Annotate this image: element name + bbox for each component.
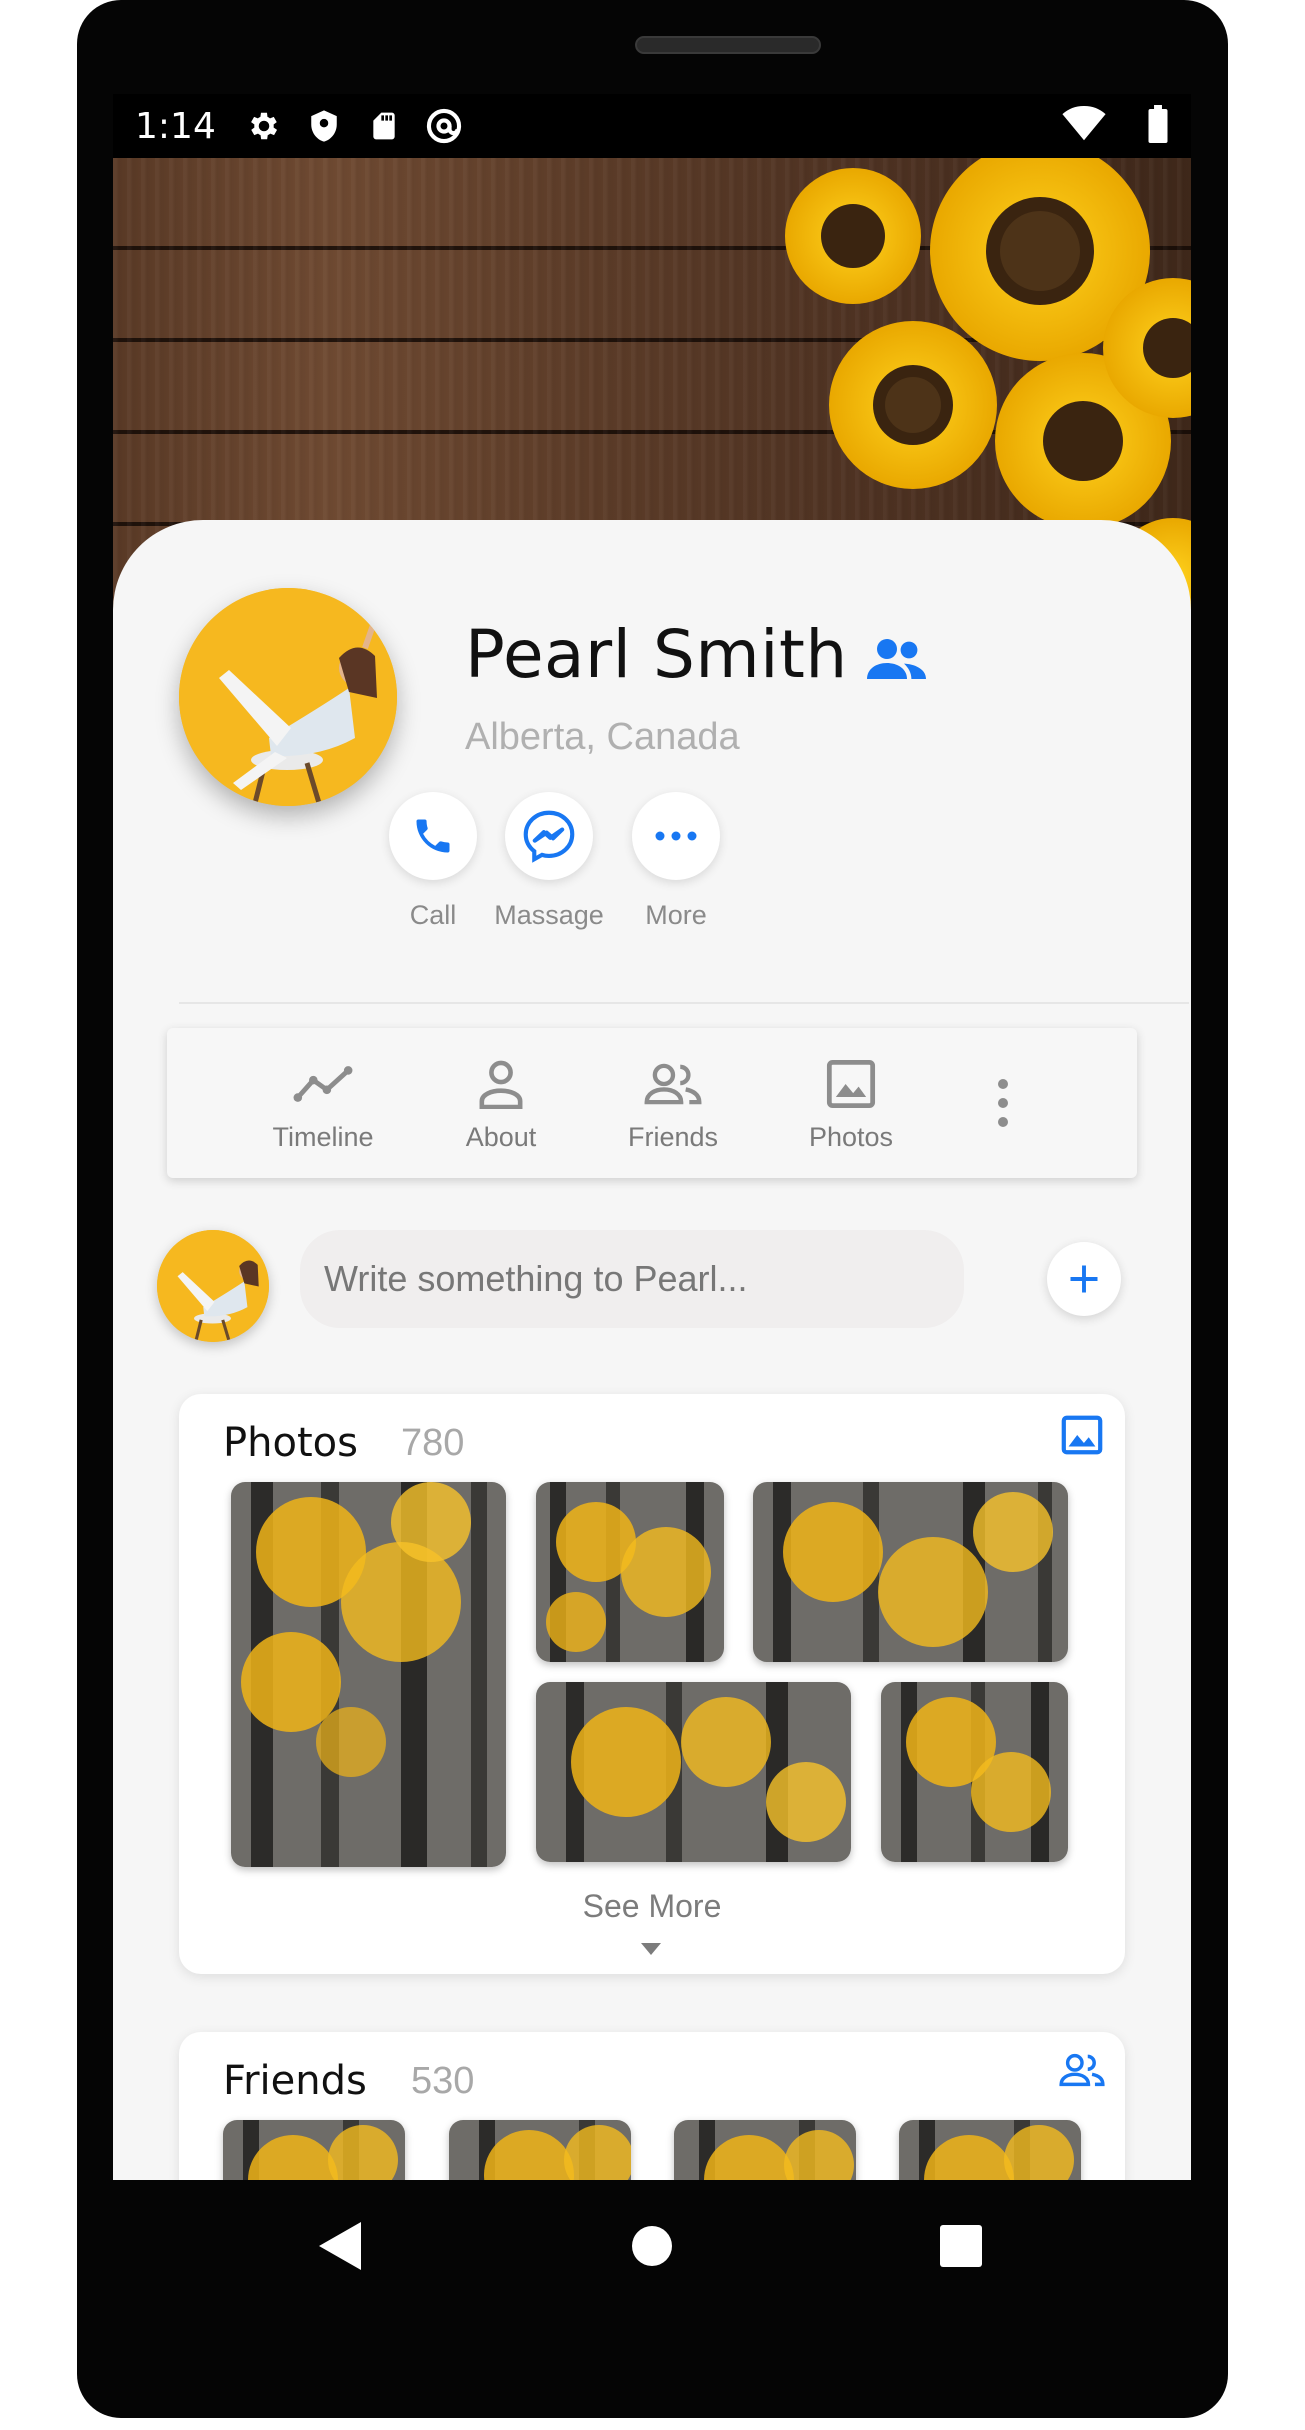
friend-thumbnail[interactable] xyxy=(674,2120,856,2180)
friends-people-icon[interactable] xyxy=(1059,2050,1105,2096)
at-sign-icon xyxy=(424,106,464,146)
plus-icon xyxy=(1070,1265,1098,1293)
profile-tabbar: Timeline About Friends Photos xyxy=(167,1028,1137,1178)
tab-friends[interactable]: Friends xyxy=(598,1056,748,1153)
friends-card: Friends 530 xyxy=(179,2032,1125,2180)
gear-icon xyxy=(244,106,284,146)
status-bar: 1:14 xyxy=(113,94,1191,158)
add-post-button[interactable] xyxy=(1047,1242,1121,1316)
status-time: 1:14 xyxy=(135,105,216,147)
messenger-icon xyxy=(523,810,575,863)
profile-avatar[interactable] xyxy=(179,588,397,806)
back-icon[interactable] xyxy=(316,2220,364,2272)
tab-about-label: About xyxy=(465,1122,537,1152)
friend-thumbnail[interactable] xyxy=(223,2120,405,2180)
app-screen: 1:14 Pearl Smith Alberta, Canada Call Ma… xyxy=(113,94,1191,2180)
more-action[interactable]: More xyxy=(606,792,746,931)
profile-location: Alberta, Canada xyxy=(465,716,740,758)
kebab-menu-icon[interactable] xyxy=(995,1078,1011,1128)
post-composer-input[interactable]: Write something to Pearl... xyxy=(300,1230,964,1328)
photo-thumbnail[interactable] xyxy=(231,1482,506,1867)
message-button[interactable] xyxy=(505,792,593,880)
more-button[interactable] xyxy=(632,792,720,880)
recents-icon[interactable] xyxy=(940,2225,982,2267)
autumn-trees-image xyxy=(881,1682,1068,1862)
people-icon xyxy=(598,1056,748,1112)
woman-on-chair-image xyxy=(179,588,397,806)
autumn-trees-image xyxy=(536,1682,851,1862)
profile-content: Pearl Smith Alberta, Canada Call Massage… xyxy=(113,520,1191,2180)
home-icon[interactable] xyxy=(630,2224,674,2268)
autumn-trees-image xyxy=(674,2120,856,2180)
call-button[interactable] xyxy=(389,792,477,880)
photos-count: 780 xyxy=(401,1422,465,1464)
message-label: Massage xyxy=(494,900,604,930)
photos-image-icon[interactable] xyxy=(1059,1412,1105,1458)
friends-title: Friends xyxy=(223,2058,367,2104)
phone-speaker xyxy=(635,36,821,54)
tab-friends-label: Friends xyxy=(627,1122,719,1152)
autumn-trees-image xyxy=(449,2120,631,2180)
wifi-icon xyxy=(1061,105,1107,147)
friend-thumbnail[interactable] xyxy=(449,2120,631,2180)
photo-thumbnail[interactable] xyxy=(536,1482,724,1662)
friends-status-icon[interactable] xyxy=(865,634,929,684)
image-icon xyxy=(776,1056,926,1112)
tab-photos-label: Photos xyxy=(808,1122,894,1152)
autumn-trees-image xyxy=(753,1482,1068,1662)
divider xyxy=(179,1002,1189,1004)
photos-title: Photos xyxy=(223,1420,358,1466)
photo-thumbnail[interactable] xyxy=(536,1682,851,1862)
message-action[interactable]: Massage xyxy=(479,792,619,931)
profile-name: Pearl Smith xyxy=(465,616,848,693)
autumn-trees-image xyxy=(536,1482,724,1662)
person-icon xyxy=(426,1056,576,1112)
more-dots-icon xyxy=(655,831,697,841)
friends-count: 530 xyxy=(411,2060,475,2102)
tab-timeline-label: Timeline xyxy=(272,1122,374,1152)
composer-avatar[interactable] xyxy=(157,1230,269,1342)
timeline-icon xyxy=(248,1056,398,1112)
autumn-trees-image xyxy=(899,2120,1081,2180)
woman-on-chair-thumbnail xyxy=(157,1230,269,1342)
autumn-trees-image xyxy=(231,1482,506,1867)
battery-icon xyxy=(1147,104,1169,148)
friend-thumbnail[interactable] xyxy=(899,2120,1081,2180)
tab-photos[interactable]: Photos xyxy=(776,1056,926,1153)
more-label: More xyxy=(645,900,707,930)
sd-card-icon xyxy=(364,106,404,146)
photos-card: Photos 780 See More xyxy=(179,1394,1125,1974)
autumn-trees-image xyxy=(223,2120,405,2180)
phone-icon xyxy=(416,819,450,853)
tab-timeline[interactable]: Timeline xyxy=(248,1056,398,1153)
status-right-group xyxy=(1061,104,1169,148)
tab-about[interactable]: About xyxy=(426,1056,576,1153)
chevron-down-icon[interactable] xyxy=(641,1942,661,1960)
photo-thumbnail[interactable] xyxy=(753,1482,1068,1662)
see-more-link[interactable]: See More xyxy=(179,1888,1125,1925)
shield-icon xyxy=(304,106,344,146)
photo-thumbnail[interactable] xyxy=(881,1682,1068,1862)
